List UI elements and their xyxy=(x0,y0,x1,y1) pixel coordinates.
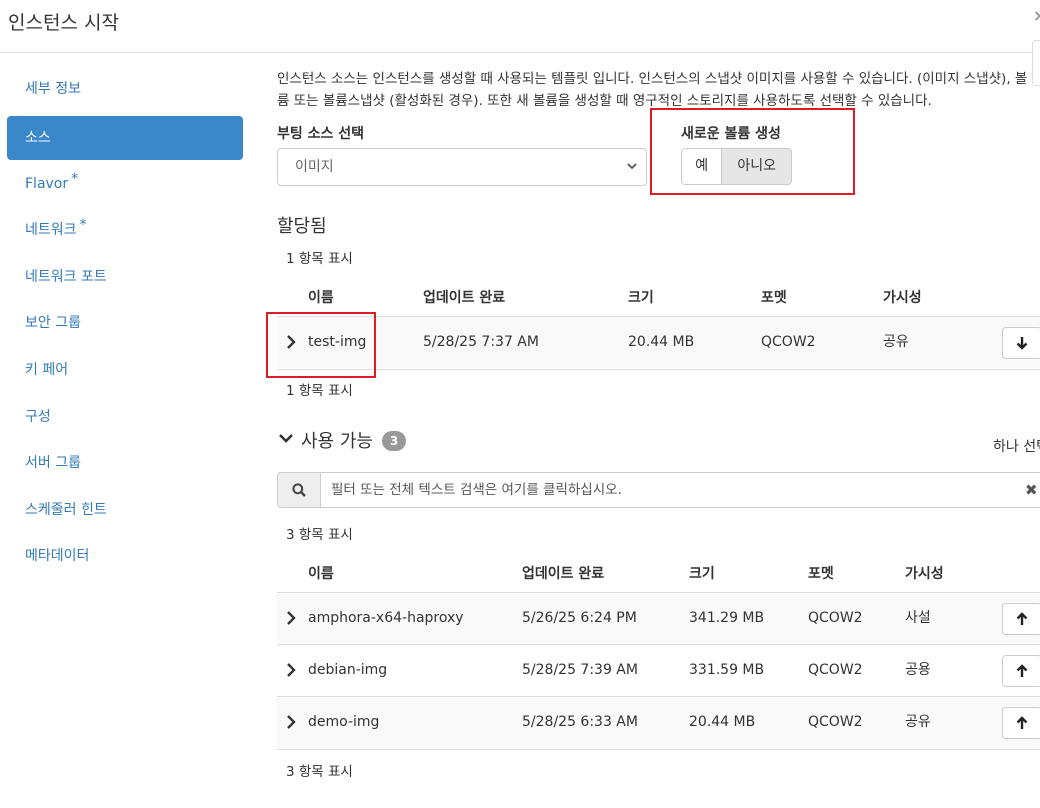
arrow-up-icon xyxy=(1016,664,1028,677)
image-format: QCOW2 xyxy=(761,334,816,350)
table-row: debian-img 5/28/25 7:39 AM 331.59 MB QCO… xyxy=(277,644,1040,696)
required-marker: * xyxy=(79,217,87,233)
chevron-right-icon[interactable] xyxy=(285,661,297,679)
table-divider xyxy=(277,749,1040,750)
modal-title: 인스턴스 시작 xyxy=(8,12,119,34)
nav-item-label: 스케줄러 힌트 xyxy=(25,502,107,518)
column-header: 이름 xyxy=(308,290,334,306)
column-header: 포멧 xyxy=(761,290,787,306)
image-visibility: 사설 xyxy=(905,610,931,626)
nav-item-scheduler-hints[interactable]: 스케줄러 힌트 xyxy=(7,488,243,532)
image-updated: 5/26/25 6:24 PM xyxy=(522,610,637,626)
select-one-hint: 하나 선택 xyxy=(993,439,1040,455)
column-header: 업데이트 완료 xyxy=(522,566,605,582)
allocate-button[interactable] xyxy=(1002,603,1040,635)
column-header: 업데이트 완료 xyxy=(423,290,506,306)
chevron-right-icon[interactable] xyxy=(285,609,297,627)
table-row: amphora-x64-haproxy 5/26/25 6:24 PM 341.… xyxy=(277,592,1040,644)
allocated-title: 할당됨 xyxy=(277,216,327,237)
image-updated: 5/28/25 6:33 AM xyxy=(522,714,638,730)
image-name: demo-img xyxy=(308,714,380,730)
column-header: 크기 xyxy=(628,290,654,306)
nav-item-label: 키 페어 xyxy=(25,362,69,378)
nav-item-source[interactable]: 소스 xyxy=(7,116,243,160)
table-row: test-img 5/28/25 7:37 AM 20.44 MB QCOW2 … xyxy=(277,316,1040,368)
nav-item-label: 네트워크 xyxy=(25,222,77,238)
arrow-up-icon xyxy=(1016,612,1028,625)
image-updated: 5/28/25 7:39 AM xyxy=(522,662,638,678)
available-title: 사용 가능 xyxy=(301,431,373,452)
image-format: QCOW2 xyxy=(808,662,863,678)
nav-item-network[interactable]: 네트워크 * xyxy=(7,208,243,252)
required-marker: * xyxy=(71,171,79,187)
nav-item-label: Flavor xyxy=(25,176,69,192)
highlight-box xyxy=(650,108,855,195)
column-header: 이름 xyxy=(308,566,334,582)
column-header: 포멧 xyxy=(808,566,834,582)
available-count-bottom: 3 항목 표시 xyxy=(286,764,353,780)
image-format: QCOW2 xyxy=(808,610,863,626)
image-name: amphora-x64-haproxy xyxy=(308,610,464,626)
filter-search[interactable]: 필터 또는 전체 텍스트 검색은 여기를 클릭하십시오. ✖ xyxy=(277,472,1040,508)
image-visibility: 공유 xyxy=(905,714,931,730)
boot-source-label: 부팅 소스 선택 xyxy=(277,126,365,142)
image-size: 331.59 MB xyxy=(689,662,765,678)
chevron-down-icon xyxy=(626,149,638,199)
allocate-button[interactable] xyxy=(1002,655,1040,687)
boot-source-value: 이미지 xyxy=(295,159,334,175)
image-updated: 5/28/25 7:37 AM xyxy=(423,334,539,350)
image-size: 20.44 MB xyxy=(628,334,695,350)
allocated-count-top: 1 항목 표시 xyxy=(286,251,353,267)
column-header: 가시성 xyxy=(905,566,944,582)
arrow-up-icon xyxy=(1016,716,1028,729)
allocated-count-bottom: 1 항목 표시 xyxy=(286,383,353,399)
nav-item-label: 네트워크 포트 xyxy=(25,269,107,285)
available-count-top: 3 항목 표시 xyxy=(286,527,353,543)
deallocate-button[interactable] xyxy=(1002,327,1040,359)
modal-header: 인스턴스 시작 × xyxy=(0,0,1040,86)
source-description: 인스턴스 소스는 인스턴스를 생성할 때 사용되는 템플릿 입니다. 인스턴스의… xyxy=(277,71,1028,109)
chevron-right-icon[interactable] xyxy=(285,713,297,731)
nav-item-details[interactable]: 세부 정보 xyxy=(7,67,243,111)
search-input[interactable]: 필터 또는 전체 텍스트 검색은 여기를 클릭하십시오. xyxy=(331,473,622,507)
available-count-badge: 3 xyxy=(382,431,406,451)
times-icon[interactable]: ✖ xyxy=(1025,473,1038,507)
close-icon[interactable]: × xyxy=(1033,6,1040,25)
nav-item-label: 소스 xyxy=(25,130,51,146)
arrow-down-icon xyxy=(1016,337,1028,350)
column-header: 가시성 xyxy=(883,290,922,306)
image-visibility: 공용 xyxy=(905,662,931,678)
nav-item-label: 메타데이터 xyxy=(25,548,90,564)
nav-item-label: 구성 xyxy=(25,409,51,425)
column-header: 크기 xyxy=(689,566,715,582)
search-icon xyxy=(278,473,321,507)
image-visibility: 공유 xyxy=(883,334,909,350)
nav-item-configuration[interactable]: 구성 xyxy=(7,395,243,439)
allocate-button[interactable] xyxy=(1002,707,1040,739)
image-size: 20.44 MB xyxy=(689,714,756,730)
nav-item-metadata[interactable]: 메타데이터 xyxy=(7,534,243,578)
nav-item-security-groups[interactable]: 보안 그룹 xyxy=(7,301,243,345)
nav-item-label: 서버 그룹 xyxy=(25,455,81,471)
nav-item-label: 보안 그룹 xyxy=(25,315,81,331)
nav-item-flavor[interactable]: Flavor * xyxy=(7,162,243,206)
nav-item-server-groups[interactable]: 서버 그룹 xyxy=(7,441,243,485)
image-format: QCOW2 xyxy=(808,714,863,730)
nav-item-label: 세부 정보 xyxy=(25,81,81,97)
table-divider xyxy=(277,369,1040,370)
chevron-down-icon xyxy=(278,432,294,450)
table-row: demo-img 5/28/25 6:33 AM 20.44 MB QCOW2 … xyxy=(277,696,1040,748)
image-name: debian-img xyxy=(308,662,388,678)
highlight-box xyxy=(266,312,376,378)
nav-item-key-pair[interactable]: 키 페어 xyxy=(7,348,243,392)
boot-source-select[interactable]: 이미지 xyxy=(277,148,647,186)
nav-item-network-ports[interactable]: 네트워크 포트 xyxy=(7,255,243,299)
image-size: 341.29 MB xyxy=(689,610,765,626)
